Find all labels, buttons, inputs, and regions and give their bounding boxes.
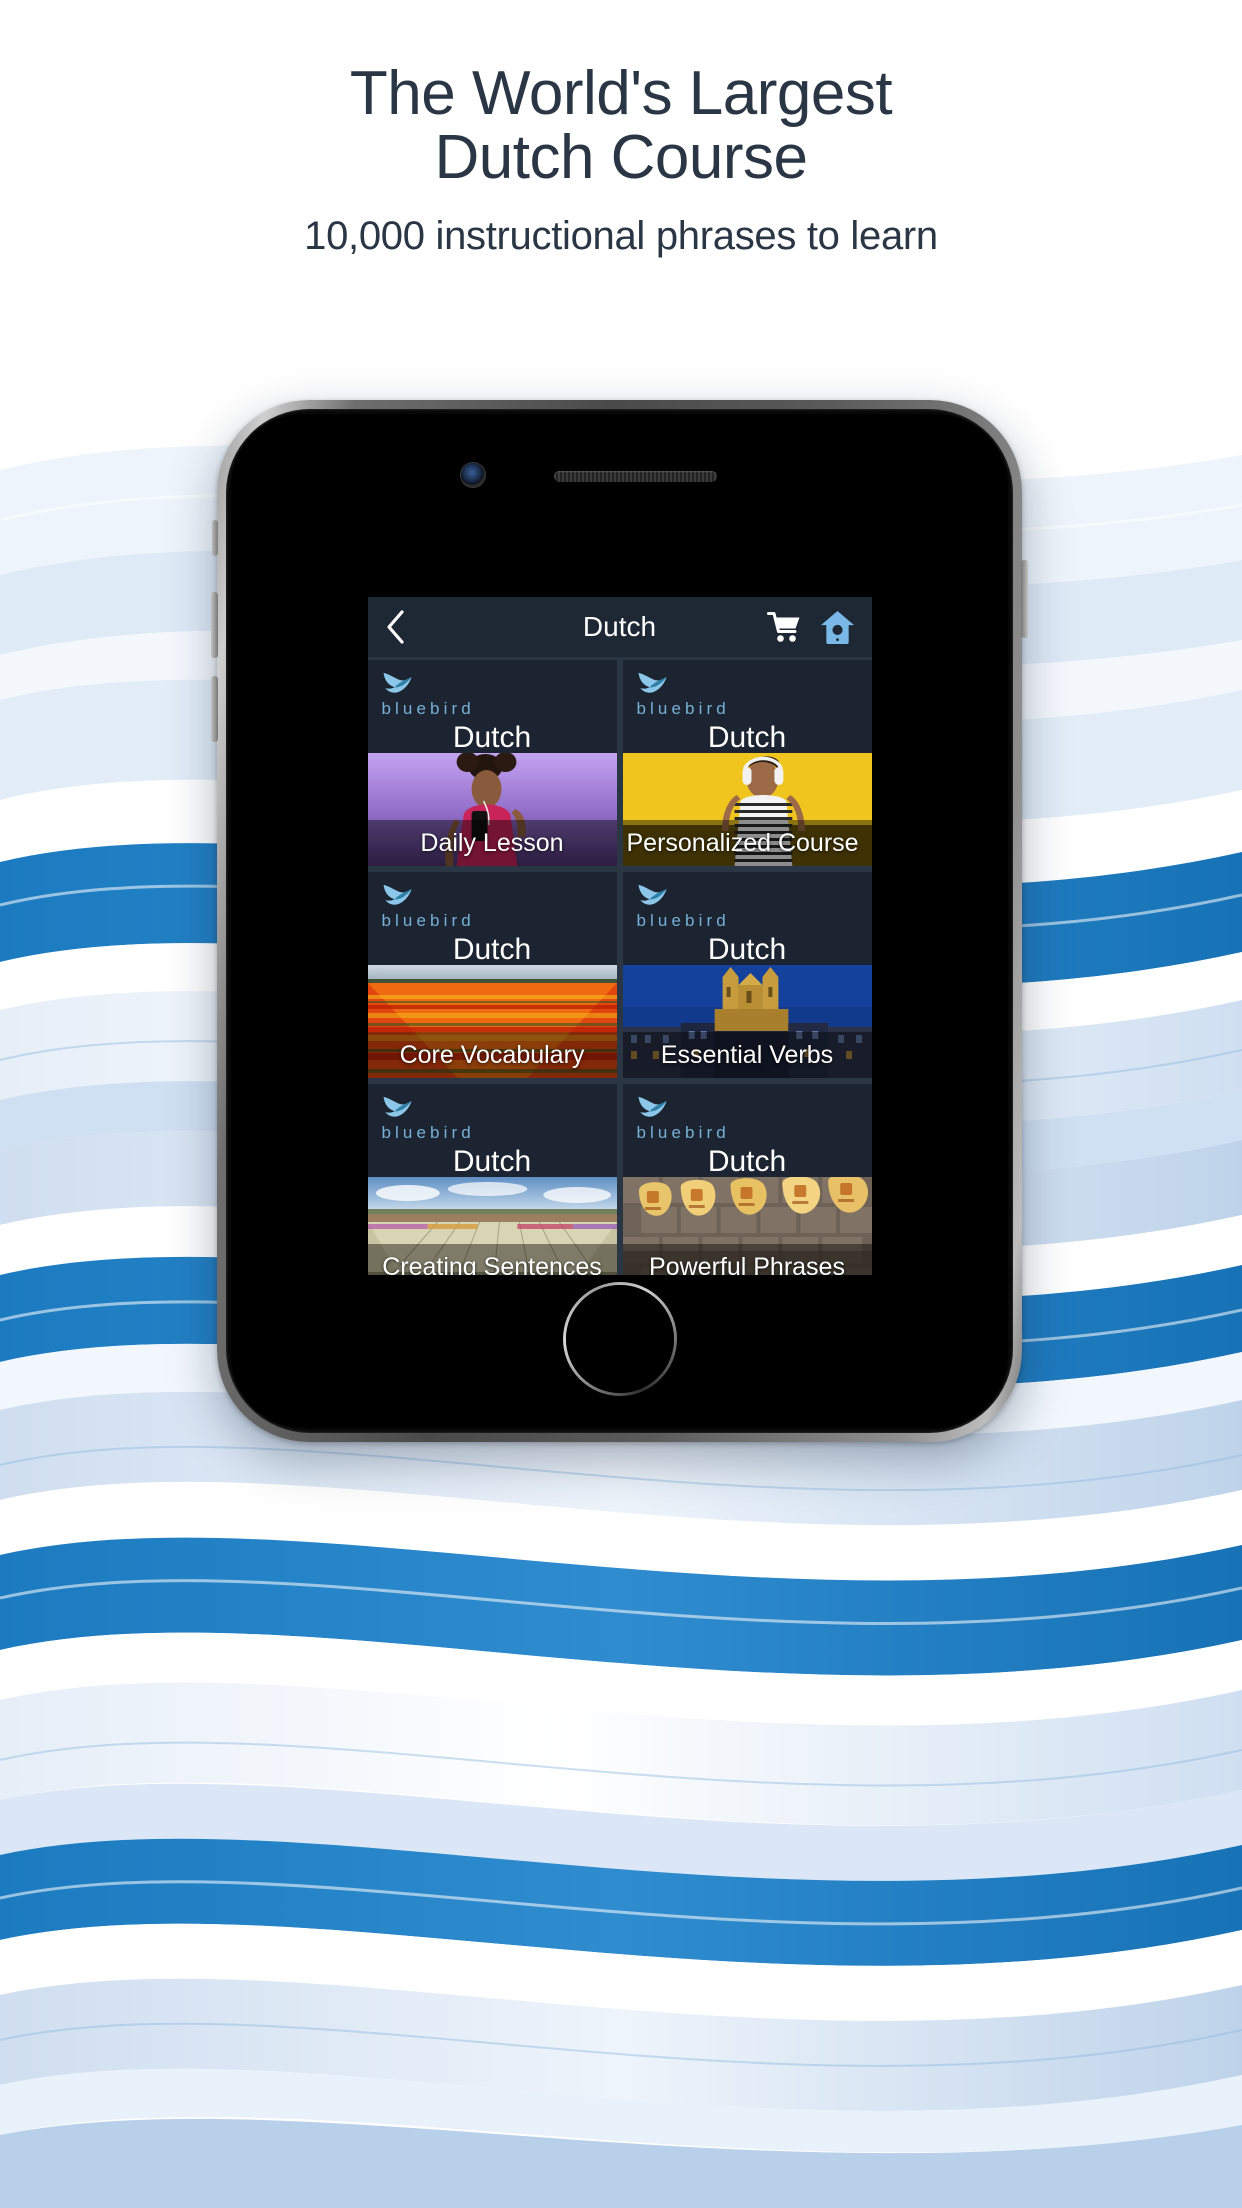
back-button[interactable] bbox=[385, 610, 419, 644]
app-navbar: Dutch bbox=[367, 597, 872, 657]
course-grid: bluebird Dutch Daily Lesson bluebird Dut… bbox=[367, 657, 872, 1275]
app-screen: Dutch bluebird Dutch Daily Lesson bluebi… bbox=[367, 597, 872, 1275]
page-title: The World's Largest Dutch Course bbox=[0, 0, 1242, 190]
brand-name: bluebird bbox=[381, 1123, 475, 1142]
course-card[interactable]: bluebird Dutch bbox=[622, 660, 872, 866]
earpiece-speaker bbox=[553, 471, 717, 482]
bluebird-logo-icon bbox=[383, 884, 412, 905]
brand-name: bluebird bbox=[636, 699, 730, 718]
course-card[interactable]: bluebird Dutch bbox=[367, 1084, 617, 1275]
card-header: bluebird Dutch bbox=[623, 1084, 872, 1178]
brand-block: bluebird bbox=[381, 1094, 475, 1143]
brand-block: bluebird bbox=[636, 670, 730, 719]
phone-power-button bbox=[1021, 560, 1028, 638]
card-header: bluebird Dutch bbox=[368, 1084, 617, 1178]
bluebird-logo-icon bbox=[638, 672, 667, 693]
card-header: bluebird Dutch bbox=[368, 660, 617, 754]
front-camera-icon bbox=[460, 463, 485, 487]
card-language: Dutch bbox=[707, 1145, 787, 1178]
phone-volume-down-button bbox=[211, 676, 218, 742]
chevron-left-icon bbox=[386, 610, 404, 644]
bluebird-logo-icon bbox=[383, 1096, 412, 1117]
card-label: Daily Lesson bbox=[367, 820, 617, 866]
card-header: bluebird Dutch bbox=[623, 872, 872, 966]
birdhouse-icon[interactable] bbox=[820, 610, 855, 645]
brand-name: bluebird bbox=[381, 911, 475, 930]
card-label: Creating Sentences bbox=[367, 1244, 617, 1275]
card-language: Dutch bbox=[707, 933, 787, 966]
phone-mockup: Dutch bluebird Dutch Daily Lesson bluebi… bbox=[211, 400, 1028, 1442]
navbar-actions bbox=[766, 610, 855, 645]
brand-block: bluebird bbox=[636, 882, 730, 931]
home-button[interactable] bbox=[563, 1282, 677, 1396]
brand-block: bluebird bbox=[381, 670, 475, 719]
brand-name: bluebird bbox=[636, 1123, 730, 1142]
card-label: Personalized Course bbox=[622, 820, 872, 866]
course-card[interactable]: bluebird Dutch bbox=[367, 660, 617, 866]
card-label: Essential Verbs bbox=[622, 1032, 872, 1078]
brand-block: bluebird bbox=[381, 882, 475, 931]
course-card[interactable]: bluebird Dutch bbox=[622, 1084, 872, 1275]
card-language: Dutch bbox=[452, 933, 532, 966]
page-subtitle: 10,000 instructional phrases to learn bbox=[304, 213, 938, 258]
brand-name: bluebird bbox=[381, 699, 475, 718]
bluebird-logo-icon bbox=[383, 672, 412, 693]
card-language: Dutch bbox=[452, 721, 532, 754]
promo-header: The World's Largest Dutch Course 10,000 … bbox=[0, 0, 1242, 320]
card-label: Powerful Phrases bbox=[622, 1244, 872, 1275]
bluebird-logo-icon bbox=[638, 1096, 667, 1117]
brand-name: bluebird bbox=[636, 911, 730, 930]
headline-line-1: The World's Largest bbox=[349, 59, 893, 128]
bluebird-logo-icon bbox=[638, 884, 667, 905]
card-label: Core Vocabulary bbox=[367, 1032, 617, 1078]
card-language: Dutch bbox=[452, 1145, 532, 1178]
course-card[interactable]: bluebird Dutch bbox=[622, 872, 872, 1078]
shopping-cart-icon[interactable] bbox=[766, 611, 801, 643]
card-language: Dutch bbox=[707, 721, 787, 754]
phone-silent-switch bbox=[212, 520, 218, 556]
phone-volume-up-button bbox=[211, 592, 218, 658]
headline-line-2: Dutch Course bbox=[434, 122, 808, 192]
course-card[interactable]: bluebird Dutch bbox=[367, 872, 617, 1078]
brand-block: bluebird bbox=[636, 1094, 730, 1143]
card-header: bluebird Dutch bbox=[623, 660, 872, 754]
card-header: bluebird Dutch bbox=[368, 872, 617, 966]
